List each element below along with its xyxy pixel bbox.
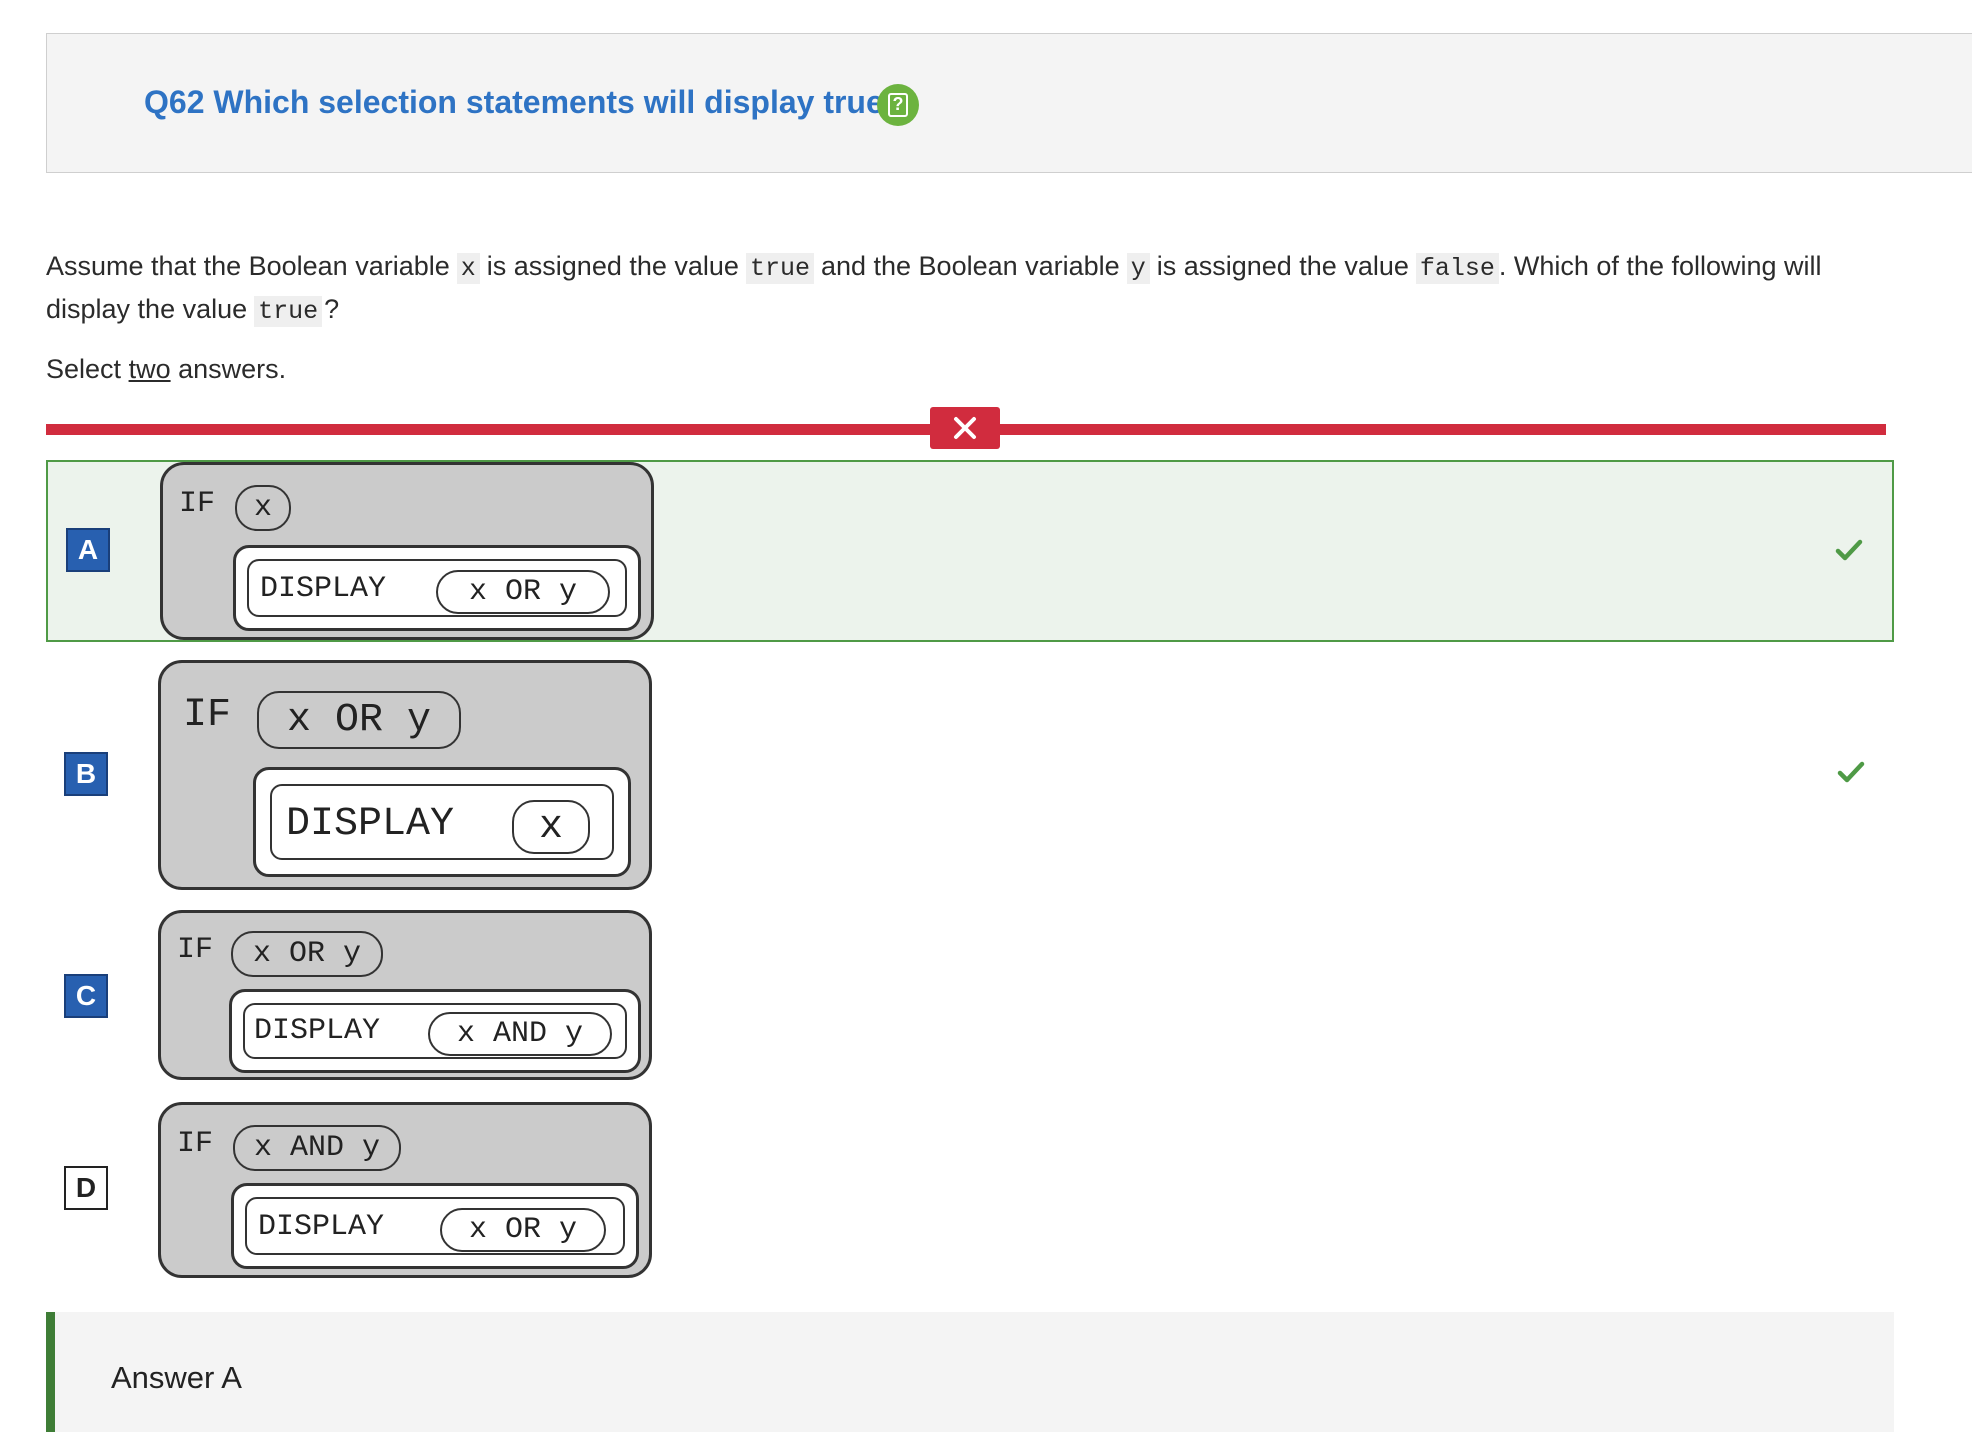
if-keyword: IF bbox=[177, 1127, 214, 1161]
option-b[interactable]: B IF x OR y DISPLAY x bbox=[46, 658, 1894, 890]
option-letter[interactable]: D bbox=[64, 1166, 108, 1210]
condition-pill: x AND y bbox=[233, 1125, 401, 1171]
option-letter[interactable]: A bbox=[66, 528, 110, 572]
option-d[interactable]: D IF x AND y DISPLAY x OR y bbox=[46, 1100, 1894, 1278]
answer-explanation: Answer A bbox=[46, 1312, 1894, 1432]
code-block: IF x AND y DISPLAY x OR y bbox=[158, 1102, 652, 1278]
display-expression-pill: x OR y bbox=[436, 570, 610, 614]
question-prompt: Assume that the Boolean variable x is assi… bbox=[46, 251, 1822, 327]
if-keyword: IF bbox=[179, 487, 216, 521]
option-letter[interactable]: B bbox=[64, 752, 108, 796]
option-a[interactable]: A IF x DISPLAY x OR y bbox=[46, 460, 1894, 642]
display-block: DISPLAY x bbox=[253, 767, 631, 877]
if-keyword: IF bbox=[183, 693, 232, 738]
display-expression-pill: x bbox=[512, 800, 590, 854]
display-keyword: DISPLAY bbox=[286, 802, 455, 847]
condition-pill: x OR y bbox=[257, 691, 461, 749]
display-expression-pill: x OR y bbox=[440, 1208, 606, 1252]
display-block: DISPLAY x OR y bbox=[231, 1183, 639, 1269]
condition-pill: x bbox=[235, 485, 291, 531]
condition-pill: x OR y bbox=[231, 931, 383, 977]
display-keyword: DISPLAY bbox=[258, 1210, 385, 1244]
incorrect-icon bbox=[930, 407, 1000, 449]
display-block: DISPLAY x OR y bbox=[233, 545, 641, 631]
display-expression-pill: x AND y bbox=[428, 1012, 612, 1056]
if-keyword: IF bbox=[177, 933, 214, 967]
display-keyword: DISPLAY bbox=[254, 1014, 381, 1048]
option-c[interactable]: C IF x OR y DISPLAY x AND y bbox=[46, 908, 1894, 1080]
code-block: IF x DISPLAY x OR y bbox=[160, 462, 654, 640]
select-instruction: Select two answers. bbox=[46, 354, 287, 384]
code-block: IF x OR y DISPLAY x bbox=[158, 660, 652, 890]
check-icon bbox=[1835, 539, 1863, 561]
code-block: IF x OR y DISPLAY x AND y bbox=[158, 910, 652, 1080]
option-letter[interactable]: C bbox=[64, 974, 108, 1018]
answer-label: Answer A bbox=[111, 1360, 242, 1395]
display-keyword: DISPLAY bbox=[260, 572, 387, 606]
check-icon bbox=[1837, 761, 1865, 783]
display-block: DISPLAY x AND y bbox=[229, 989, 641, 1073]
question-title: Q62 Which selection statements will disp… bbox=[144, 84, 884, 120]
question-mark-icon[interactable]: ? bbox=[877, 84, 919, 126]
